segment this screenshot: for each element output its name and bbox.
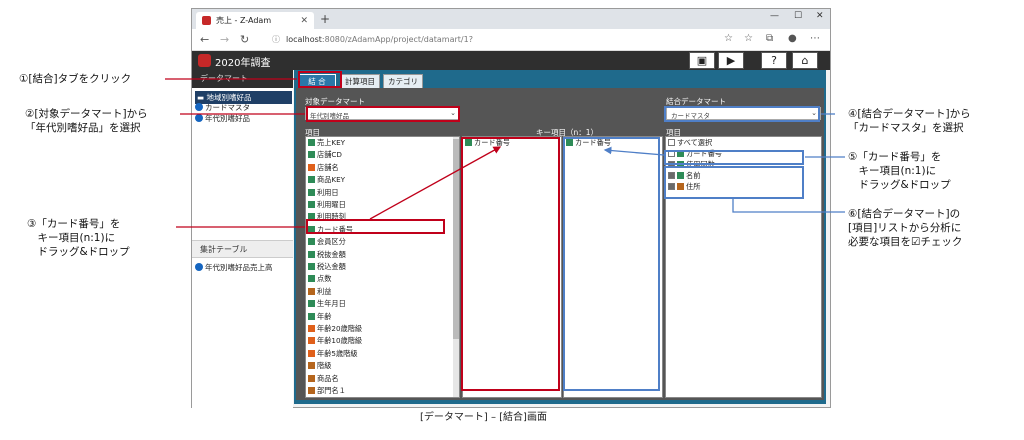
figure-caption: [データマート] – [結合]画面 (420, 412, 547, 423)
connector-lines (165, 78, 845, 228)
